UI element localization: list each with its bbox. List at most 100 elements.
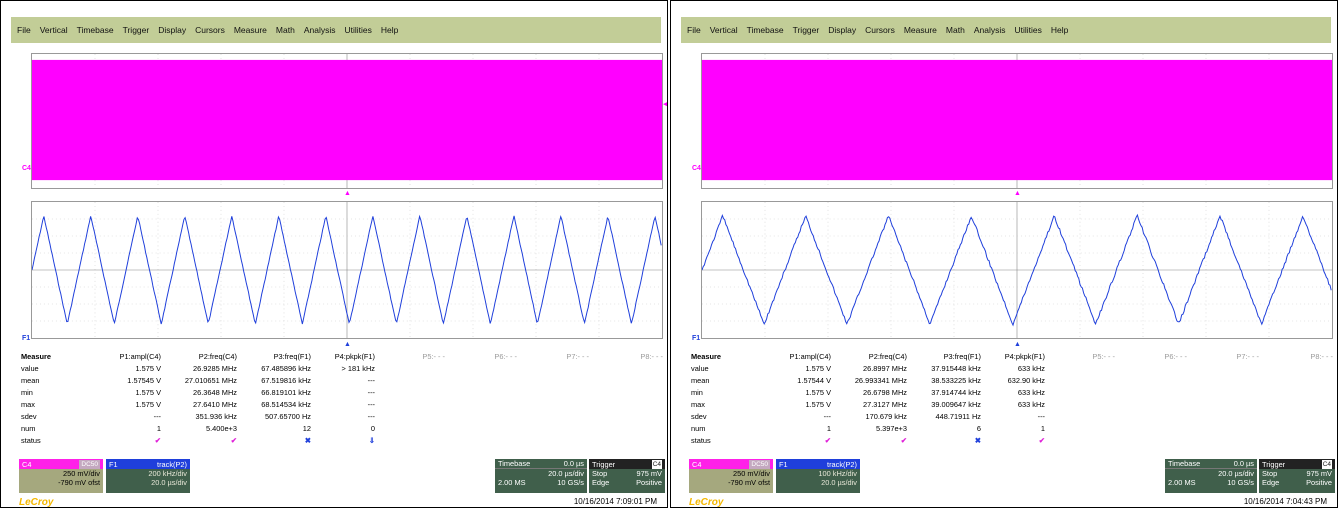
measure-param-p1[interactable]: P1:ampl(C4): [761, 351, 831, 363]
measure-param-p7[interactable]: P7:- - -: [1187, 351, 1259, 363]
c4-channel-descriptor[interactable]: C4 DC50 250 mV/div -790 mV ofst: [689, 459, 773, 493]
f1-trace-label[interactable]: F1: [692, 335, 700, 342]
menu-cursors[interactable]: Cursors: [865, 25, 895, 35]
measure-param-p5[interactable]: P5:- - -: [1045, 351, 1115, 363]
c4-waveform-grid[interactable]: [31, 53, 663, 189]
measure-row-label: status: [691, 436, 711, 445]
f1-scale: 200 kHz/div: [148, 469, 187, 478]
measure-cell: 1.575 V: [135, 388, 161, 397]
measure-header-row: Measure P1:ampl(C4) P2:freq(C4) P3:freq(F1)…: [691, 351, 1337, 363]
measure-cell: 1.57544 V: [797, 376, 831, 385]
menu-math[interactable]: Math: [276, 25, 295, 35]
measure-cell: 26.6798 MHz: [863, 388, 907, 397]
measure-row-label: value: [21, 364, 39, 373]
measure-cell: 1.575 V: [805, 364, 831, 373]
measure-cell: 66.819101 kHz: [261, 388, 311, 397]
timebase-descriptor[interactable]: Timebase 0.0 µs 20.0 µs/div 2.00 MS 10 GS/…: [1165, 459, 1257, 493]
measure-cell: 448.71911 Hz: [935, 412, 981, 421]
menu-analysis[interactable]: Analysis: [304, 25, 336, 35]
measure-param-p3[interactable]: P3:freq(F1): [237, 351, 311, 363]
measure-row-label: sdev: [691, 412, 707, 421]
menu-display[interactable]: Display: [158, 25, 186, 35]
measure-cell: 1.575 V: [805, 400, 831, 409]
measure-param-p4[interactable]: P4:pkpk(F1): [981, 351, 1045, 363]
coupling-badge: DC50: [749, 459, 770, 469]
menu-measure[interactable]: Measure: [234, 25, 267, 35]
f1-function: track(P2): [157, 459, 187, 469]
c4-channel-name: C4: [692, 459, 702, 469]
menu-utilities[interactable]: Utilities: [344, 25, 371, 35]
measure-param-p8[interactable]: P8:- - -: [1259, 351, 1333, 363]
c4-offset: -790 mV ofst: [728, 478, 770, 487]
f1-waveform-grid[interactable]: [701, 201, 1333, 339]
f1-trace-label[interactable]: F1: [22, 335, 30, 342]
measure-cell: 12: [302, 424, 311, 433]
timebase-per-div: 20.0 µs/div: [548, 469, 584, 478]
measure-row-num: num 1 5.400e+3 12 0: [21, 423, 667, 435]
menu-trigger[interactable]: Trigger: [793, 25, 820, 35]
measure-cell: 1.575 V: [805, 388, 831, 397]
c4-waveform-grid[interactable]: [701, 53, 1333, 189]
trigger-title: Trigger: [592, 459, 616, 469]
f1-scale: 100 kHz/div: [818, 469, 857, 478]
menu-measure[interactable]: Measure: [904, 25, 937, 35]
measure-param-p4[interactable]: P4:pkpk(F1): [311, 351, 375, 363]
menu-file[interactable]: File: [687, 25, 701, 35]
f1-math-descriptor[interactable]: F1 track(P2) 100 kHz/div 20.0 µs/div: [776, 459, 860, 493]
measure-row-max: max 1.575 V 27.3127 MHz 39.009647 kHz 633 kH…: [691, 399, 1337, 411]
menu-timebase[interactable]: Timebase: [747, 25, 784, 35]
menu-file[interactable]: File: [17, 25, 31, 35]
measure-title[interactable]: Measure: [691, 351, 721, 363]
trigger-descriptor[interactable]: Trigger C4 Stop 975 mV Edge Positive: [589, 459, 665, 493]
measure-row-label: mean: [691, 376, 710, 385]
menu-analysis[interactable]: Analysis: [974, 25, 1006, 35]
c4-trace-label[interactable]: C4: [692, 165, 701, 172]
measure-table: Measure P1:ampl(C4) P2:freq(C4) P3:freq(F1)…: [691, 351, 1337, 457]
c4-trace-label[interactable]: C4: [22, 165, 31, 172]
measure-param-p6[interactable]: P6:- - -: [445, 351, 517, 363]
status-icon: ✔: [824, 436, 831, 445]
timebase-descriptor[interactable]: Timebase 0.0 µs 20.0 µs/div 2.00 MS 10 GS/…: [495, 459, 587, 493]
menu-display[interactable]: Display: [828, 25, 856, 35]
measure-cell: 27.3127 MHz: [863, 400, 907, 409]
trigger-mode: Stop: [592, 469, 608, 478]
measure-row-label: num: [691, 424, 706, 433]
status-icon: ✔: [230, 436, 237, 445]
measure-cell: 6: [976, 424, 981, 433]
menu-vertical[interactable]: Vertical: [710, 25, 738, 35]
f1-math-descriptor[interactable]: F1 track(P2) 200 kHz/div 20.0 µs/div: [106, 459, 190, 493]
measure-title[interactable]: Measure: [21, 351, 51, 363]
menu-timebase[interactable]: Timebase: [77, 25, 114, 35]
measure-cell: 1.575 V: [135, 400, 161, 409]
trigger-descriptor[interactable]: Trigger C4 Stop 975 mV Edge Positive: [1259, 459, 1335, 493]
measure-param-p6[interactable]: P6:- - -: [1115, 351, 1187, 363]
timestamp: 10/16/2014 7:09:01 PM: [573, 497, 657, 506]
status-icon: ✔: [1038, 436, 1045, 445]
f1-waveform-grid[interactable]: [31, 201, 663, 339]
coupling-badge: DC50: [79, 459, 100, 469]
menu-help[interactable]: Help: [1051, 25, 1068, 35]
menu-trigger[interactable]: Trigger: [123, 25, 150, 35]
lecroy-logo: LeCroy: [19, 497, 54, 508]
measure-cell: ---: [367, 400, 375, 409]
menu-utilities[interactable]: Utilities: [1014, 25, 1041, 35]
measure-param-p2[interactable]: P2:freq(C4): [161, 351, 237, 363]
menu-help[interactable]: Help: [381, 25, 398, 35]
trigger-channel: C4: [1321, 459, 1332, 469]
measure-param-p5[interactable]: P5:- - -: [375, 351, 445, 363]
measure-cell: ---: [1037, 412, 1045, 421]
measure-param-p1[interactable]: P1:ampl(C4): [91, 351, 161, 363]
measure-param-p2[interactable]: P2:freq(C4): [831, 351, 907, 363]
measure-row-min: min 1.575 V 26.3648 MHz 66.819101 kHz ---: [21, 387, 667, 399]
measure-param-p7[interactable]: P7:- - -: [517, 351, 589, 363]
f1-time-scale: 20.0 µs/div: [821, 478, 857, 487]
measure-param-p3[interactable]: P3:freq(F1): [907, 351, 981, 363]
measure-param-p8[interactable]: P8:- - -: [589, 351, 663, 363]
menu-cursors[interactable]: Cursors: [195, 25, 225, 35]
menu-vertical[interactable]: Vertical: [40, 25, 68, 35]
timestamp: 10/16/2014 7:04:43 PM: [1243, 497, 1327, 506]
c4-channel-descriptor[interactable]: C4 DC50 250 mV/div -790 mV ofst: [19, 459, 103, 493]
menu-math[interactable]: Math: [946, 25, 965, 35]
measure-row-label: min: [691, 388, 703, 397]
trigger-slope: Positive: [1306, 478, 1332, 487]
